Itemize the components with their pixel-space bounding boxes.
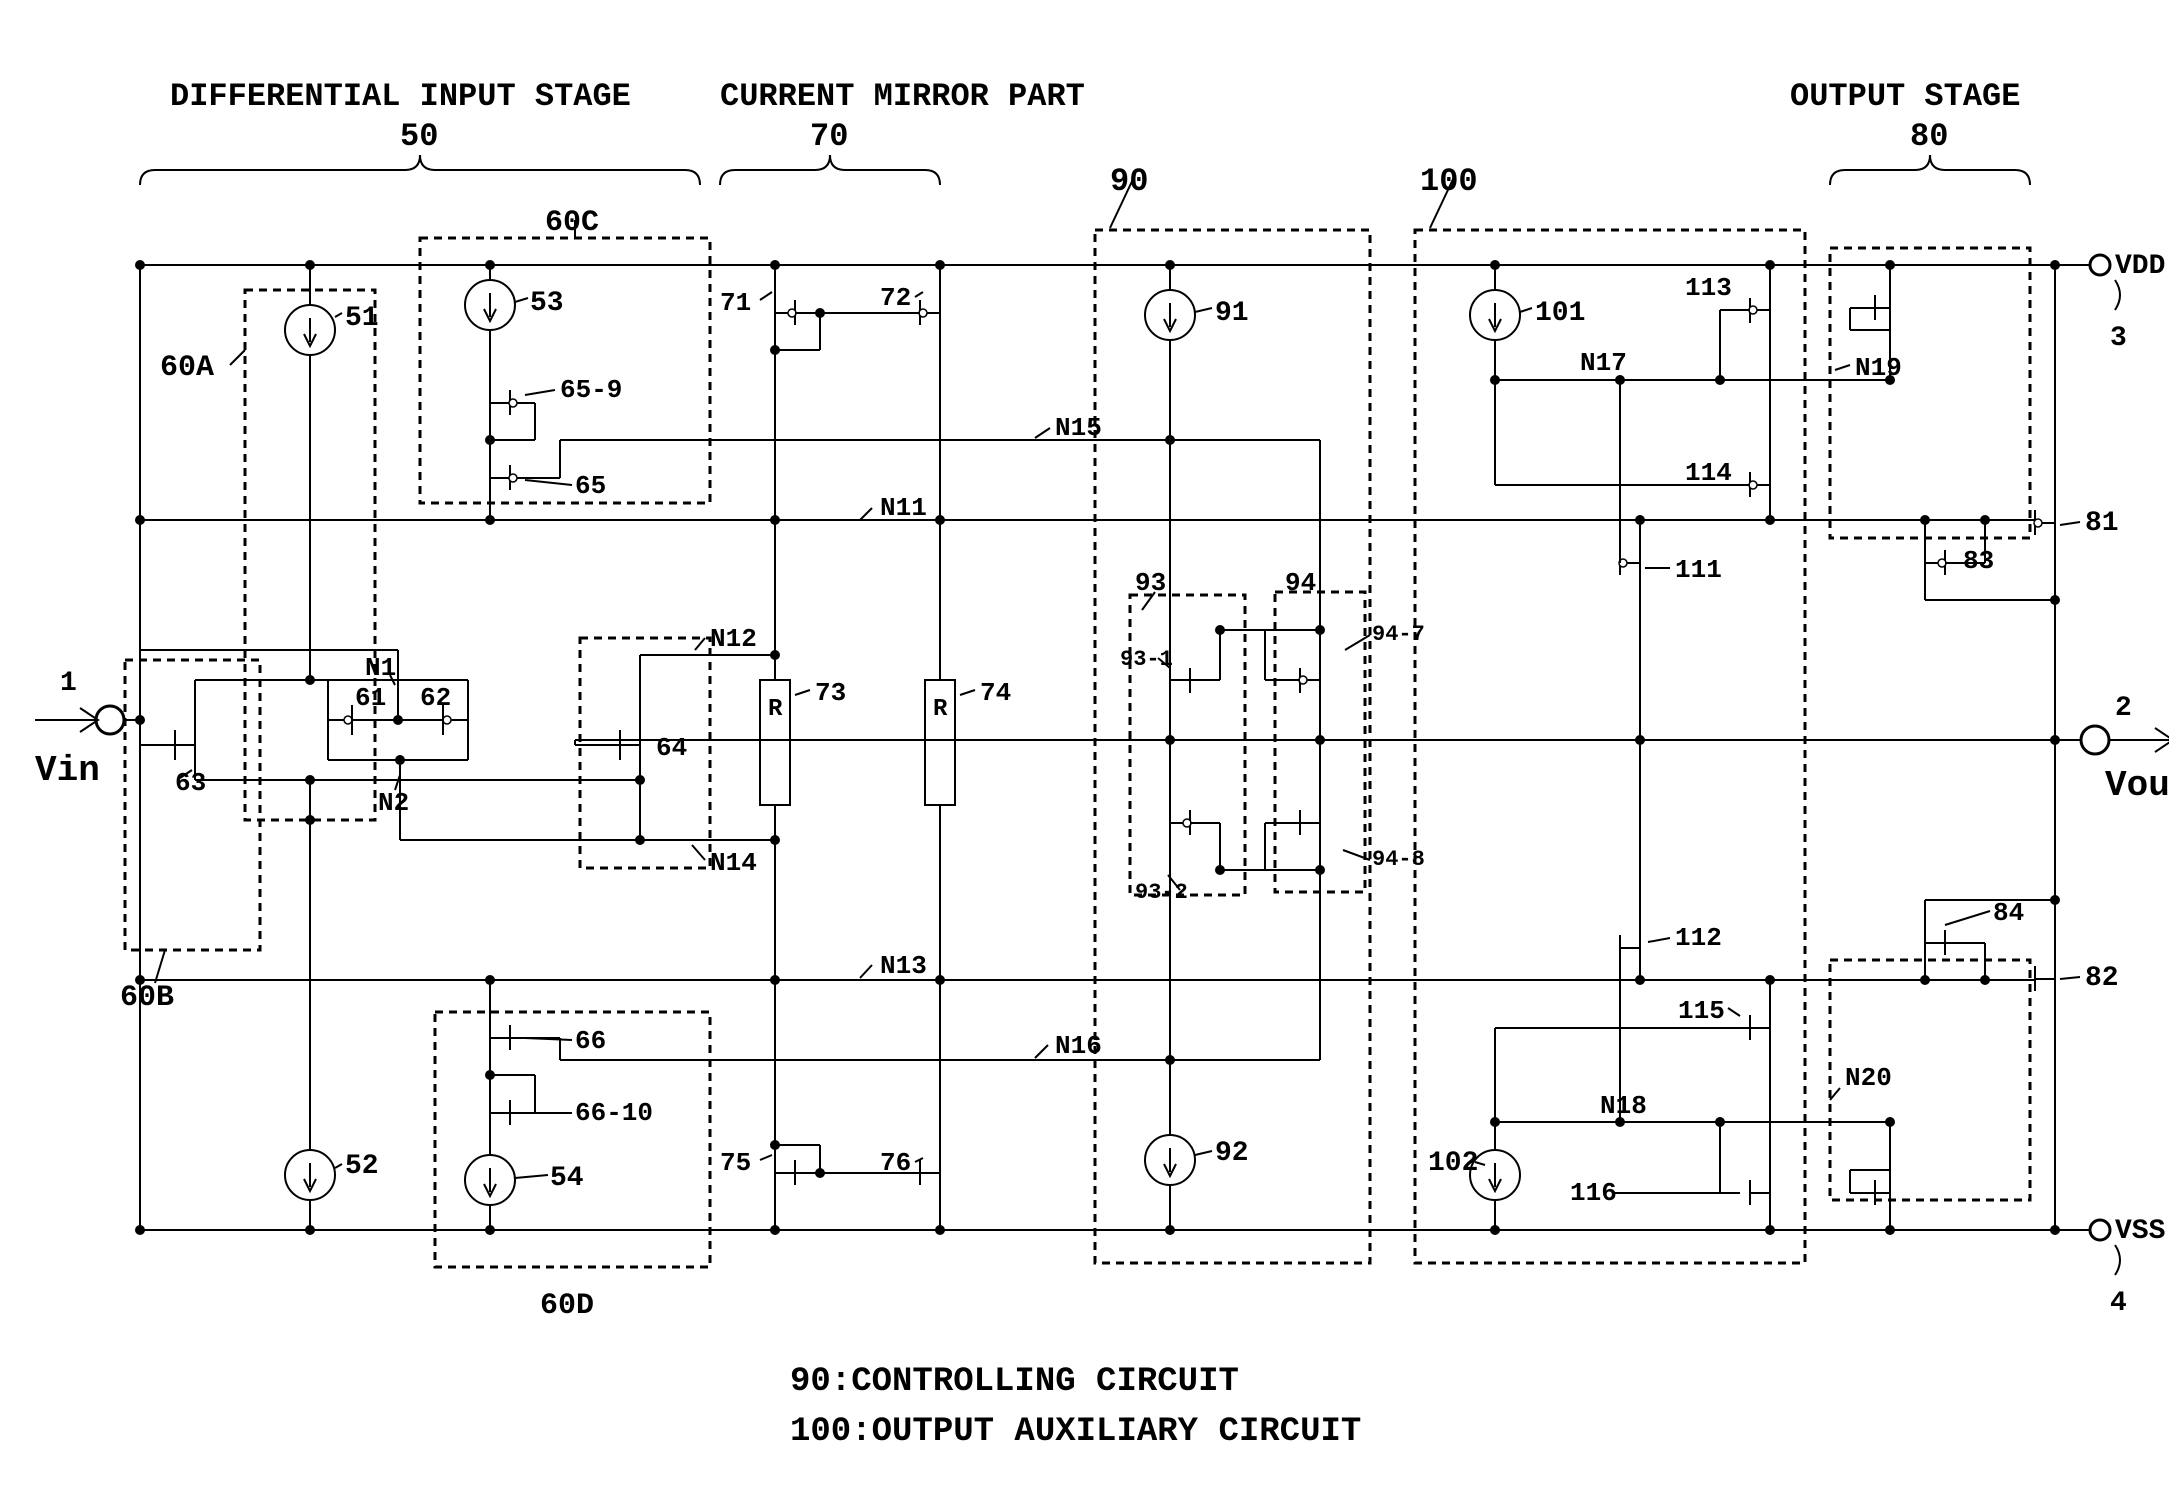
label-93-1: 93-1 — [1120, 647, 1173, 672]
vdd-num: 3 — [2110, 323, 2127, 354]
vin-terminal: Vin 1 — [35, 668, 124, 791]
label-73: 73 — [815, 678, 846, 708]
vdd-label: VDD — [2115, 251, 2165, 282]
block-100-top: 100 — [1420, 163, 1478, 200]
label-71: 71 — [720, 288, 751, 318]
label-74: 74 — [980, 678, 1011, 708]
node-n15: N15 — [1055, 413, 1102, 443]
label-84: 84 — [1993, 898, 2024, 928]
label-94-7: 94-7 — [1372, 622, 1425, 647]
footer: 90:CONTROLLING CIRCUIT 100:OUTPUT AUXILI… — [790, 1363, 1361, 1451]
r-73: R — [768, 696, 783, 723]
node-n13: N13 — [880, 951, 927, 981]
label-82: 82 — [2085, 963, 2119, 994]
60c-label: 60C — [545, 206, 599, 240]
label-65: 65 — [575, 471, 606, 501]
label-101: 101 — [1535, 298, 1585, 329]
current-mirror-num: 70 — [810, 118, 848, 155]
node-n12: N12 — [710, 624, 757, 654]
node-n20: N20 — [1845, 1063, 1892, 1093]
label-112: 112 — [1675, 923, 1722, 953]
block-90-top: 90 — [1110, 163, 1148, 200]
label-83: 83 — [1963, 546, 1994, 576]
label-52: 52 — [345, 1151, 379, 1182]
label-93: 93 — [1135, 568, 1166, 598]
label-61: 61 — [355, 683, 386, 713]
label-53: 53 — [530, 288, 564, 319]
output-stage-label: OUTPUT STAGE — [1790, 78, 2020, 115]
label-113: 113 — [1685, 273, 1732, 303]
diff-input-stage-num: 50 — [400, 118, 438, 155]
node-n2: N2 — [378, 788, 409, 818]
label-62: 62 — [420, 683, 451, 713]
dashed-boxes: 60A 60B 60C 60D — [120, 175, 2030, 1323]
output-stage-num: 80 — [1910, 118, 1948, 155]
label-111: 111 — [1675, 555, 1722, 585]
vin-num: 1 — [60, 668, 77, 699]
diff-input-stage-label: DIFFERENTIAL INPUT STAGE — [170, 78, 631, 115]
label-51: 51 — [345, 303, 379, 334]
label-102: 102 — [1428, 1148, 1478, 1179]
label-92: 92 — [1215, 1138, 1249, 1169]
label-91: 91 — [1215, 298, 1249, 329]
label-64: 64 — [656, 733, 687, 763]
circuit-diagram: DIFFERENTIAL INPUT STAGE 50 CURRENT MIRR… — [20, 20, 2169, 1478]
label-81: 81 — [2085, 508, 2119, 539]
label-114: 114 — [1685, 458, 1732, 488]
transistors: 61 62 63 64 — [124, 265, 2119, 1230]
label-63: 63 — [175, 768, 206, 798]
node-n11: N11 — [880, 493, 927, 523]
vss-num: 4 — [2110, 1288, 2127, 1319]
label-94: 94 — [1285, 568, 1316, 598]
60a-label: 60A — [160, 351, 214, 385]
label-66: 66 — [575, 1026, 606, 1056]
wires: N1 N2 N11 N12 N13 — [135, 260, 2080, 1235]
footer-line2: 100:OUTPUT AUXILIARY CIRCUIT — [790, 1413, 1361, 1451]
label-75: 75 — [720, 1148, 751, 1178]
label-93-2: 93-2 — [1135, 880, 1188, 905]
label-115: 115 — [1678, 996, 1725, 1026]
vout-terminal: Vout 2 — [2081, 693, 2169, 806]
node-n18: N18 — [1600, 1091, 1647, 1121]
node-n16: N16 — [1055, 1031, 1102, 1061]
node-n19: N19 — [1855, 353, 1902, 383]
label-72: 72 — [880, 283, 911, 313]
node-n17: N17 — [1580, 348, 1627, 378]
vin-label: Vin — [35, 750, 100, 791]
node-n14: N14 — [710, 848, 757, 878]
footer-line1: 90:CONTROLLING CIRCUIT — [790, 1363, 1239, 1401]
label-65-9: 65-9 — [560, 375, 622, 405]
r-74: R — [933, 696, 948, 723]
vout-label: Vout — [2105, 765, 2169, 806]
label-54: 54 — [550, 1163, 584, 1194]
current-mirror-label: CURRENT MIRROR PART — [720, 78, 1085, 115]
header-labels: DIFFERENTIAL INPUT STAGE 50 CURRENT MIRR… — [140, 78, 2030, 200]
label-94-8: 94-8 — [1372, 847, 1425, 872]
60b-label: 60B — [120, 981, 174, 1015]
60d-label: 60D — [540, 1289, 594, 1323]
label-66-10: 66-10 — [575, 1098, 653, 1128]
label-116: 116 — [1570, 1178, 1617, 1208]
vss-label: VSS — [2115, 1216, 2165, 1247]
vout-num: 2 — [2115, 693, 2132, 724]
